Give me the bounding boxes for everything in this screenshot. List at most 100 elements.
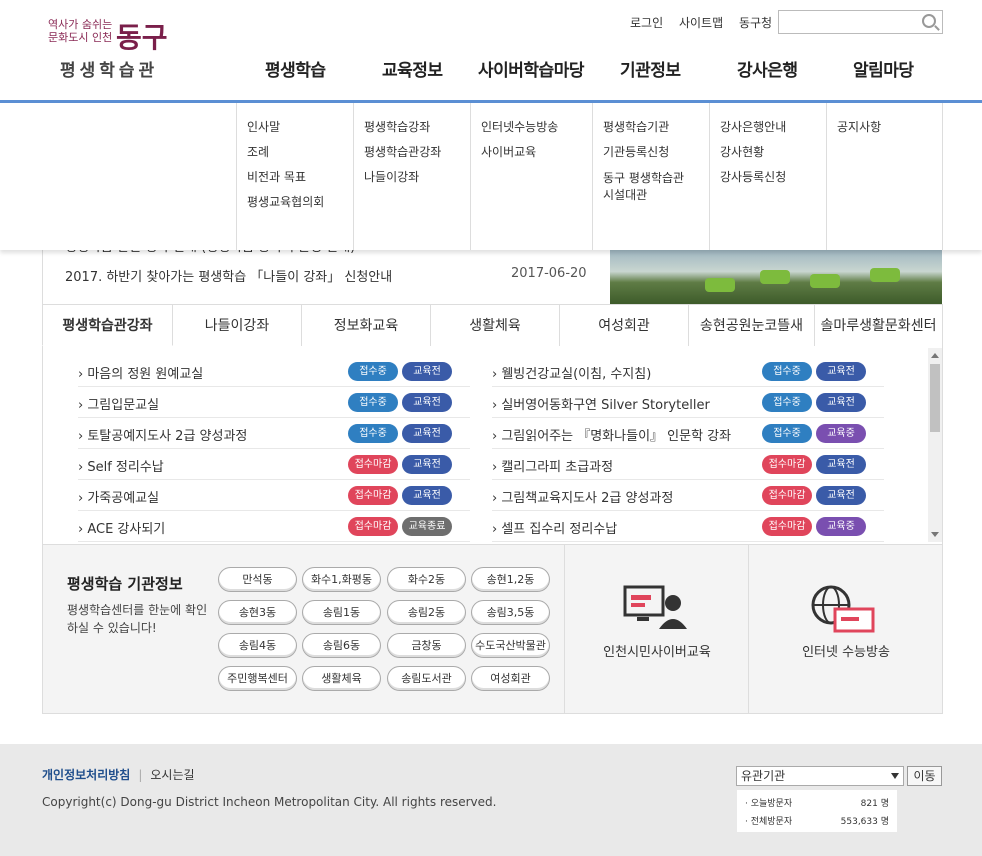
- course-title[interactable]: › 토탈공예지도사 2급 양성과정: [78, 425, 247, 444]
- gnb-instructor-bank[interactable]: 강사은행: [737, 56, 798, 81]
- login-link[interactable]: 로그인: [630, 16, 663, 30]
- institution-chip[interactable]: 송림2동: [387, 600, 466, 625]
- menu-ordinance[interactable]: 조례: [247, 140, 353, 165]
- institution-chip[interactable]: 여성회관: [471, 666, 550, 691]
- institution-chip[interactable]: 수도국산박물관: [471, 633, 550, 658]
- donggu-office-link[interactable]: 동구청: [739, 16, 772, 30]
- scroll-thumb[interactable]: [930, 364, 940, 432]
- institution-chip[interactable]: 송현1,2동: [471, 567, 550, 592]
- menu-facility-rental[interactable]: 동구 평생학습관 시설대관: [603, 165, 709, 207]
- institution-chip[interactable]: 송림4동: [218, 633, 297, 658]
- registration-status-badge[interactable]: 접수마감: [762, 486, 812, 505]
- course-title[interactable]: › ACE 강사되기: [78, 518, 165, 537]
- course-title[interactable]: › 그림읽어주는 『명화나들이』 인문학 강좌: [492, 425, 731, 444]
- institution-chip[interactable]: 화수1,화평동: [302, 567, 381, 592]
- privacy-policy-link[interactable]: 개인정보처리방침: [42, 768, 130, 782]
- institution-chip[interactable]: 송림3,5동: [471, 600, 550, 625]
- search-icon[interactable]: [922, 14, 936, 28]
- institution-chip[interactable]: 주민행복센터: [218, 666, 297, 691]
- registration-status-badge[interactable]: 접수마감: [348, 517, 398, 536]
- institution-chip[interactable]: 생활체육: [302, 666, 381, 691]
- footer-links: 개인정보처리방침 | 오시는길: [42, 766, 195, 783]
- gnb-lifelong-learning[interactable]: 평생학습: [265, 56, 326, 81]
- course-title[interactable]: › Self 정리수납: [78, 456, 164, 475]
- menu-greeting[interactable]: 인사말: [247, 115, 353, 140]
- registration-status-badge[interactable]: 접수중: [348, 424, 398, 443]
- course-title[interactable]: › 셀프 집수리 정리수납: [492, 518, 617, 537]
- menu-suneung-broadcast[interactable]: 인터넷수능방송: [481, 115, 592, 140]
- course-stage-badge[interactable]: 교육종료: [402, 517, 452, 536]
- institution-chip[interactable]: 만석동: [218, 567, 297, 592]
- gnb-notice[interactable]: 알림마당: [853, 56, 914, 81]
- registration-status-badge[interactable]: 접수중: [348, 362, 398, 381]
- course-title[interactable]: › 가죽공예교실: [78, 487, 159, 506]
- menu-council[interactable]: 평생교육협의회: [247, 190, 353, 215]
- registration-status-badge[interactable]: 접수마감: [762, 517, 812, 536]
- course-stage-badge[interactable]: 교육전: [402, 393, 452, 412]
- course-title[interactable]: › 그림입문교실: [78, 394, 159, 413]
- related-sites-select[interactable]: 유관기관: [736, 766, 904, 786]
- institution-chip[interactable]: 송림6동: [302, 633, 381, 658]
- menu-lifelong-course[interactable]: 평생학습강좌: [364, 115, 470, 140]
- go-button[interactable]: 이동: [907, 766, 942, 786]
- institution-chip[interactable]: 송현3동: [218, 600, 297, 625]
- scroll-down-icon[interactable]: [931, 532, 939, 537]
- menu-vision[interactable]: 비전과 목표: [247, 165, 353, 190]
- registration-status-badge[interactable]: 접수중: [762, 393, 812, 412]
- site-logo[interactable]: 역사가 숨쉬는 문화도시 인천 동구 평생학습관: [44, 14, 184, 81]
- registration-status-badge[interactable]: 접수중: [348, 393, 398, 412]
- menu-instructor-guide[interactable]: 강사은행안내: [720, 115, 826, 140]
- suneung-broadcast-panel[interactable]: 인터넷 수능방송: [748, 545, 942, 713]
- scroll-up-icon[interactable]: [931, 353, 939, 358]
- course-title[interactable]: › 웰빙건강교실(이침, 수지침): [492, 363, 651, 382]
- tab-solmaru-center[interactable]: 솔마루생활문화센터: [815, 304, 943, 346]
- course-stage-badge[interactable]: 교육전: [816, 362, 866, 381]
- menu-outing-course[interactable]: 나들이강좌: [364, 165, 470, 190]
- menu-cyber-education[interactable]: 사이버교육: [481, 140, 592, 165]
- menu-instructor-status[interactable]: 강사현황: [720, 140, 826, 165]
- news-item-title[interactable]: 2017. 하반기 찾아가는 평생학습 「나들이 강좌」 신청안내: [65, 266, 392, 285]
- course-title[interactable]: › 그림책교육지도사 2급 양성과정: [492, 487, 673, 506]
- registration-status-badge[interactable]: 접수마감: [348, 455, 398, 474]
- course-title[interactable]: › 마음의 정원 원예교실: [78, 363, 203, 382]
- menu-notices[interactable]: 공지사항: [837, 115, 942, 140]
- course-stage-badge[interactable]: 교육전: [816, 393, 866, 412]
- registration-status-badge[interactable]: 접수중: [762, 362, 812, 381]
- tab-songhyeon-park[interactable]: 송현공원눈코뜰새: [689, 304, 815, 346]
- course-title[interactable]: › 실버영어동화구연 Silver Storyteller: [492, 394, 710, 413]
- course-stage-badge[interactable]: 교육전: [816, 486, 866, 505]
- sitemap-link[interactable]: 사이트맵: [679, 16, 723, 30]
- tab-outing-course[interactable]: 나들이강좌: [173, 304, 302, 346]
- gnb-cyber-learning[interactable]: 사이버학습마당: [478, 56, 584, 81]
- course-title[interactable]: › 캘리그라피 초급과정: [492, 456, 613, 475]
- registration-status-badge[interactable]: 접수중: [762, 424, 812, 443]
- institution-chip[interactable]: 송림1동: [302, 600, 381, 625]
- course-list-scrollbar[interactable]: [928, 348, 942, 542]
- menu-instructor-register[interactable]: 강사등록신청: [720, 165, 826, 190]
- menu-institution-register[interactable]: 기관등록신청: [603, 140, 709, 165]
- course-stage-badge[interactable]: 교육전: [402, 424, 452, 443]
- institution-chip[interactable]: 송림도서관: [387, 666, 466, 691]
- course-stage-badge[interactable]: 교육전: [816, 455, 866, 474]
- gnb-institution-info[interactable]: 기관정보: [620, 56, 681, 81]
- course-stage-badge[interactable]: 교육전: [402, 362, 452, 381]
- registration-status-badge[interactable]: 접수마감: [348, 486, 398, 505]
- tab-sports[interactable]: 생활체육: [431, 304, 560, 346]
- institution-chip[interactable]: 금창동: [387, 633, 466, 658]
- course-stage-badge[interactable]: 교육중: [816, 424, 866, 443]
- gnb-education-info[interactable]: 교육정보: [382, 56, 443, 81]
- institution-chip[interactable]: 화수2동: [387, 567, 466, 592]
- menu-center-course[interactable]: 평생학습관강좌: [364, 140, 470, 165]
- registration-status-badge[interactable]: 접수마감: [762, 455, 812, 474]
- menu-institutions[interactable]: 평생학습기관: [603, 115, 709, 140]
- course-stage-badge[interactable]: 교육중: [816, 517, 866, 536]
- course-stage-badge[interactable]: 교육전: [402, 455, 452, 474]
- tab-center-course[interactable]: 평생학습관강좌: [42, 304, 173, 346]
- course-stage-badge[interactable]: 교육전: [402, 486, 452, 505]
- tab-it-education[interactable]: 정보화교육: [302, 304, 431, 346]
- news-item-date: 2017-06-20: [511, 266, 587, 281]
- tab-womens-hall[interactable]: 여성회관: [560, 304, 689, 346]
- cyber-education-panel[interactable]: 인천시민사이버교육: [564, 545, 748, 713]
- search-input[interactable]: [779, 11, 914, 33]
- directions-link[interactable]: 오시는길: [150, 768, 194, 782]
